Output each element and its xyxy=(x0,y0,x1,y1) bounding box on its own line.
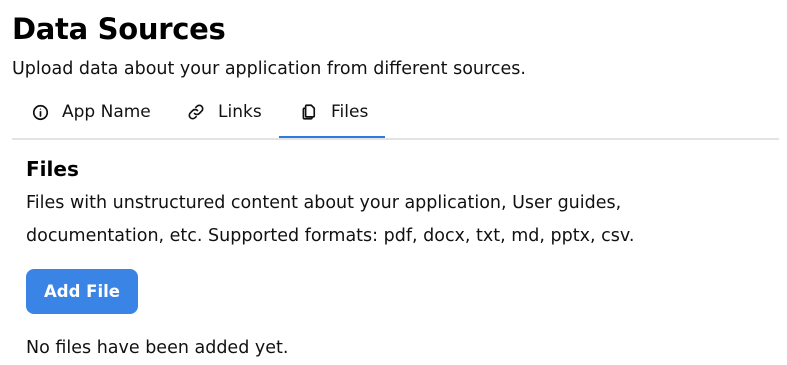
tab-links[interactable]: Links xyxy=(168,88,279,136)
page-title: Data Sources xyxy=(12,12,226,46)
link-icon xyxy=(187,103,205,121)
files-icon xyxy=(300,103,318,121)
tab-files[interactable]: Files xyxy=(279,88,385,138)
empty-state-message: No files have been added yet. xyxy=(26,338,289,358)
tab-app-name[interactable]: App Name xyxy=(12,88,168,136)
tab-bar: App Name Links Files xyxy=(12,88,779,140)
section-description: Files with unstructured content about yo… xyxy=(26,193,635,246)
section-title: Files xyxy=(26,157,79,181)
add-file-button[interactable]: Add File xyxy=(26,269,138,314)
page-subtitle: Upload data about your application from … xyxy=(12,59,526,79)
tab-label: App Name xyxy=(62,102,151,122)
info-circle-icon xyxy=(31,103,49,121)
tab-label: Files xyxy=(331,102,369,122)
files-section: Files Files with unstructured content ab… xyxy=(26,152,766,358)
tab-label: Links xyxy=(218,102,262,122)
